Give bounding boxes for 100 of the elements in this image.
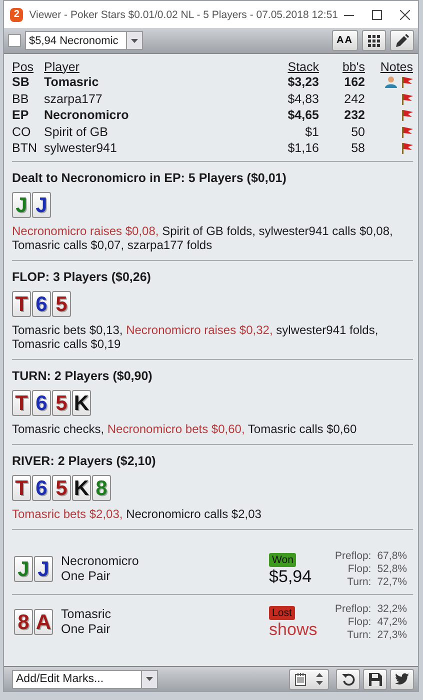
close-icon[interactable] [400, 10, 410, 20]
app-logo: 2 [10, 8, 24, 22]
hand-rank: One Pair [61, 569, 112, 584]
stack-amount: $3,23 [288, 75, 319, 90]
equity-value: 52,8% [377, 562, 407, 576]
result-badge: Won [269, 552, 296, 566]
caret-icon [146, 677, 153, 681]
maximize-icon[interactable] [372, 10, 382, 20]
big-blinds-count: 162 [344, 75, 365, 90]
street-heading: TURN: 2 Players ($0,90) [12, 368, 154, 382]
playing-card: T [12, 290, 31, 316]
save-icon [368, 672, 382, 686]
equity-label: Flop: [346, 616, 372, 628]
action-text: Necronomicro raises $0,08, Spirit of GB folds, sylwester941 calls $0,08, Tomasric calls $0,07, szarpa177 folds [12, 224, 394, 252]
position-label: BTN [12, 141, 37, 156]
grid-icon [368, 34, 380, 46]
playing-card: 6 [32, 474, 51, 500]
pencil-icon [395, 34, 409, 48]
playing-card: 6 [32, 290, 51, 316]
action-text: Tomasric bets $2,03, Necronomicro calls $2,03 [12, 506, 262, 520]
playing-card: J [12, 192, 31, 218]
stack-amount: $4,65 [288, 108, 319, 122]
big-blinds-count: 242 [344, 92, 365, 106]
column-header[interactable]: Player [44, 60, 80, 74]
equity-value: 32,2% [377, 602, 407, 616]
hand-rank: One Pair [61, 622, 112, 637]
player-name: Tomasric [44, 75, 99, 90]
player-name: Spirit of GB [44, 124, 108, 139]
equity-value: 27,3% [377, 628, 407, 642]
player-name: sylwester941 [44, 141, 117, 156]
stack-amount: $4,83 [288, 92, 319, 106]
playing-card: J [32, 192, 51, 218]
playing-card: T [12, 390, 31, 416]
street-heading: Dealt to Necronomicro in EP: 5 Players ($0,01) [12, 170, 288, 184]
dropdown-value: Add/Edit Marks... [16, 673, 105, 685]
column-header[interactable]: bb's [342, 60, 365, 74]
stack-amount: $1,16 [288, 141, 319, 156]
player-name: szarpa177 [44, 92, 102, 106]
position-label: SB [12, 75, 30, 90]
playing-card: J [14, 556, 33, 582]
sort-arrows-icon [316, 673, 323, 685]
result-amount: $5,94 [269, 566, 312, 586]
player-name: Tomasric [61, 607, 112, 622]
position-label: CO [12, 124, 31, 139]
equity-value: 72,7% [377, 576, 407, 588]
edit-button[interactable] [390, 30, 414, 51]
share-button[interactable] [390, 668, 414, 690]
playing-card: A [34, 609, 53, 635]
column-header[interactable]: Stack [288, 60, 319, 74]
street-heading: RIVER: 2 Players ($2,10) [12, 454, 157, 468]
big-blinds-count: 232 [344, 108, 365, 122]
playing-card: 8 [92, 474, 111, 500]
notepad-icon [295, 672, 306, 686]
stack-amount: $1 [305, 124, 319, 139]
refresh-icon [342, 672, 354, 686]
playing-card: 8 [14, 609, 33, 635]
notes-button[interactable] [289, 668, 329, 690]
save-button[interactable] [363, 668, 387, 690]
equity-value: 47,2% [377, 616, 407, 628]
hand-dropdown[interactable]: $5,94 Necronomic [25, 31, 143, 50]
result-amount: shows [269, 620, 318, 638]
window-title: Viewer - Poker Stars $0.01/0.02 NL - 5 Players - 07.05.2018 12:51 [29, 8, 338, 20]
column-header[interactable]: Pos [12, 60, 34, 74]
grid-button[interactable] [362, 30, 386, 51]
playing-card: K [72, 474, 91, 500]
player-name: Necronomicro [61, 554, 140, 569]
position-label: BB [12, 92, 29, 106]
big-blinds-count: 50 [351, 124, 365, 139]
dropdown-value: $5,94 Necronomic [29, 34, 120, 46]
equity-label: Flop: [346, 562, 372, 576]
action-text: Tomasric bets $0,13, Necronomicro raises $0,32, sylwester941 folds, Tomasric calls $0,19 [12, 322, 380, 350]
playing-card: T [12, 474, 31, 500]
playing-card: J [34, 556, 53, 582]
equity-label: Preflop: [335, 602, 372, 616]
caret-icon [131, 38, 138, 42]
result-badge: Lost [269, 606, 295, 620]
flag-icon [401, 76, 413, 88]
refresh-button[interactable] [336, 668, 360, 690]
equity-label: Turn: [346, 628, 372, 642]
playing-card: 5 [52, 474, 71, 500]
equity-label: Preflop: [335, 550, 372, 562]
playing-card: 5 [52, 290, 71, 316]
playing-card: 6 [32, 390, 51, 416]
column-header[interactable]: Notes [380, 60, 413, 74]
playing-card: K [72, 390, 91, 416]
font-size-button[interactable]: AA [332, 30, 358, 51]
player-name: Necronomicro [44, 108, 129, 122]
street-heading: FLOP: 3 Players ($0,26) [12, 270, 152, 284]
checkbox[interactable] [8, 34, 21, 47]
flag-icon [401, 109, 413, 122]
flag-icon [401, 126, 413, 138]
equity-label: Turn: [346, 576, 372, 588]
big-blinds-count: 58 [351, 141, 365, 156]
position-label: EP [12, 108, 29, 122]
marks-dropdown[interactable]: Add/Edit Marks... [12, 670, 158, 688]
action-text: Tomasric checks, Necronomicro bets $0,60, Tomasric calls $0,60 [12, 422, 358, 436]
flag-icon [401, 142, 413, 154]
bird-icon [395, 673, 409, 685]
flag-icon [401, 92, 413, 105]
equity-value: 67,8% [377, 550, 407, 562]
